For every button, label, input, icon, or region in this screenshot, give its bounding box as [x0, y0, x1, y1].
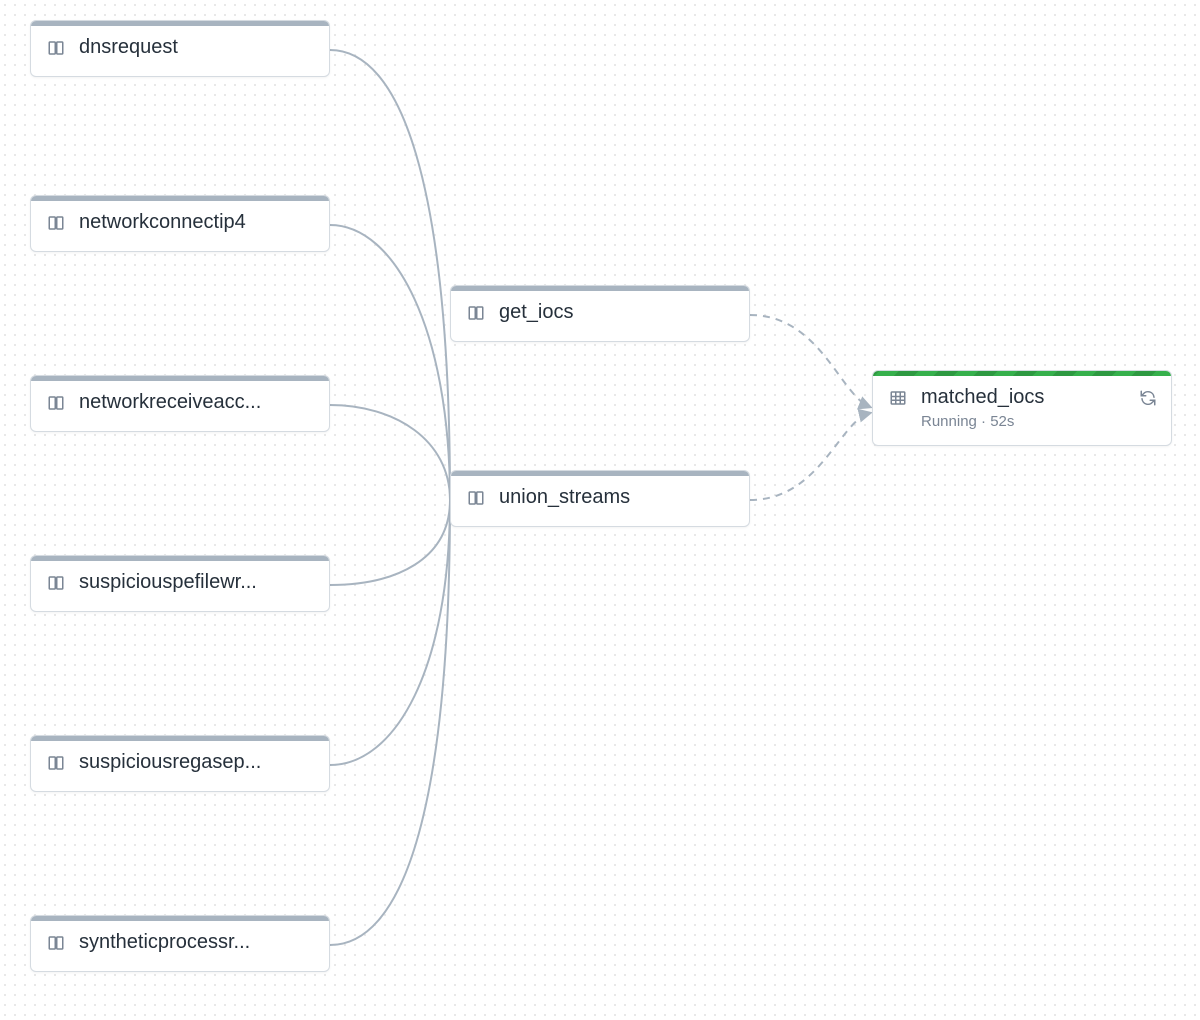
node-get-iocs[interactable]: get_iocs: [450, 285, 750, 342]
node-topbar: [31, 556, 329, 561]
node-topbar: [451, 471, 749, 476]
node-topbar: [31, 916, 329, 921]
node-matched-iocs[interactable]: matched_iocs Running · 52s: [872, 370, 1172, 446]
node-topbar: [31, 736, 329, 741]
dag-canvas[interactable]: dnsrequest networkconnectip4 networkrece…: [0, 0, 1200, 1020]
node-label: networkreceiveacc...: [79, 391, 313, 414]
table-icon: [889, 389, 907, 407]
column-icon: [47, 574, 65, 592]
column-icon: [467, 304, 485, 322]
column-icon: [47, 39, 65, 57]
node-label: syntheticprocessr...: [79, 931, 313, 954]
node-topbar: [31, 376, 329, 381]
node-label: dnsrequest: [79, 36, 313, 59]
node-label: suspiciousregasep...: [79, 751, 313, 774]
refresh-icon[interactable]: [1139, 389, 1157, 407]
node-topbar: [31, 21, 329, 26]
node-status: Running · 52s: [921, 413, 1155, 430]
node-label: get_iocs: [499, 301, 733, 324]
column-icon: [47, 394, 65, 412]
node-topbar-running: [873, 371, 1171, 376]
node-networkconnectip4[interactable]: networkconnectip4: [30, 195, 330, 252]
column-icon: [467, 489, 485, 507]
column-icon: [47, 214, 65, 232]
node-topbar: [31, 196, 329, 201]
node-dnsrequest[interactable]: dnsrequest: [30, 20, 330, 77]
node-union-streams[interactable]: union_streams: [450, 470, 750, 527]
node-label: matched_iocs: [921, 386, 1155, 409]
node-syntheticprocessr[interactable]: syntheticprocessr...: [30, 915, 330, 972]
node-networkreceiveacc[interactable]: networkreceiveacc...: [30, 375, 330, 432]
node-label: suspiciouspefilewr...: [79, 571, 313, 594]
column-icon: [47, 754, 65, 772]
column-icon: [47, 934, 65, 952]
node-label: union_streams: [499, 486, 733, 509]
node-label: networkconnectip4: [79, 211, 313, 234]
node-suspiciousregasep[interactable]: suspiciousregasep...: [30, 735, 330, 792]
node-topbar: [451, 286, 749, 291]
node-suspiciouspefilewr[interactable]: suspiciouspefilewr...: [30, 555, 330, 612]
